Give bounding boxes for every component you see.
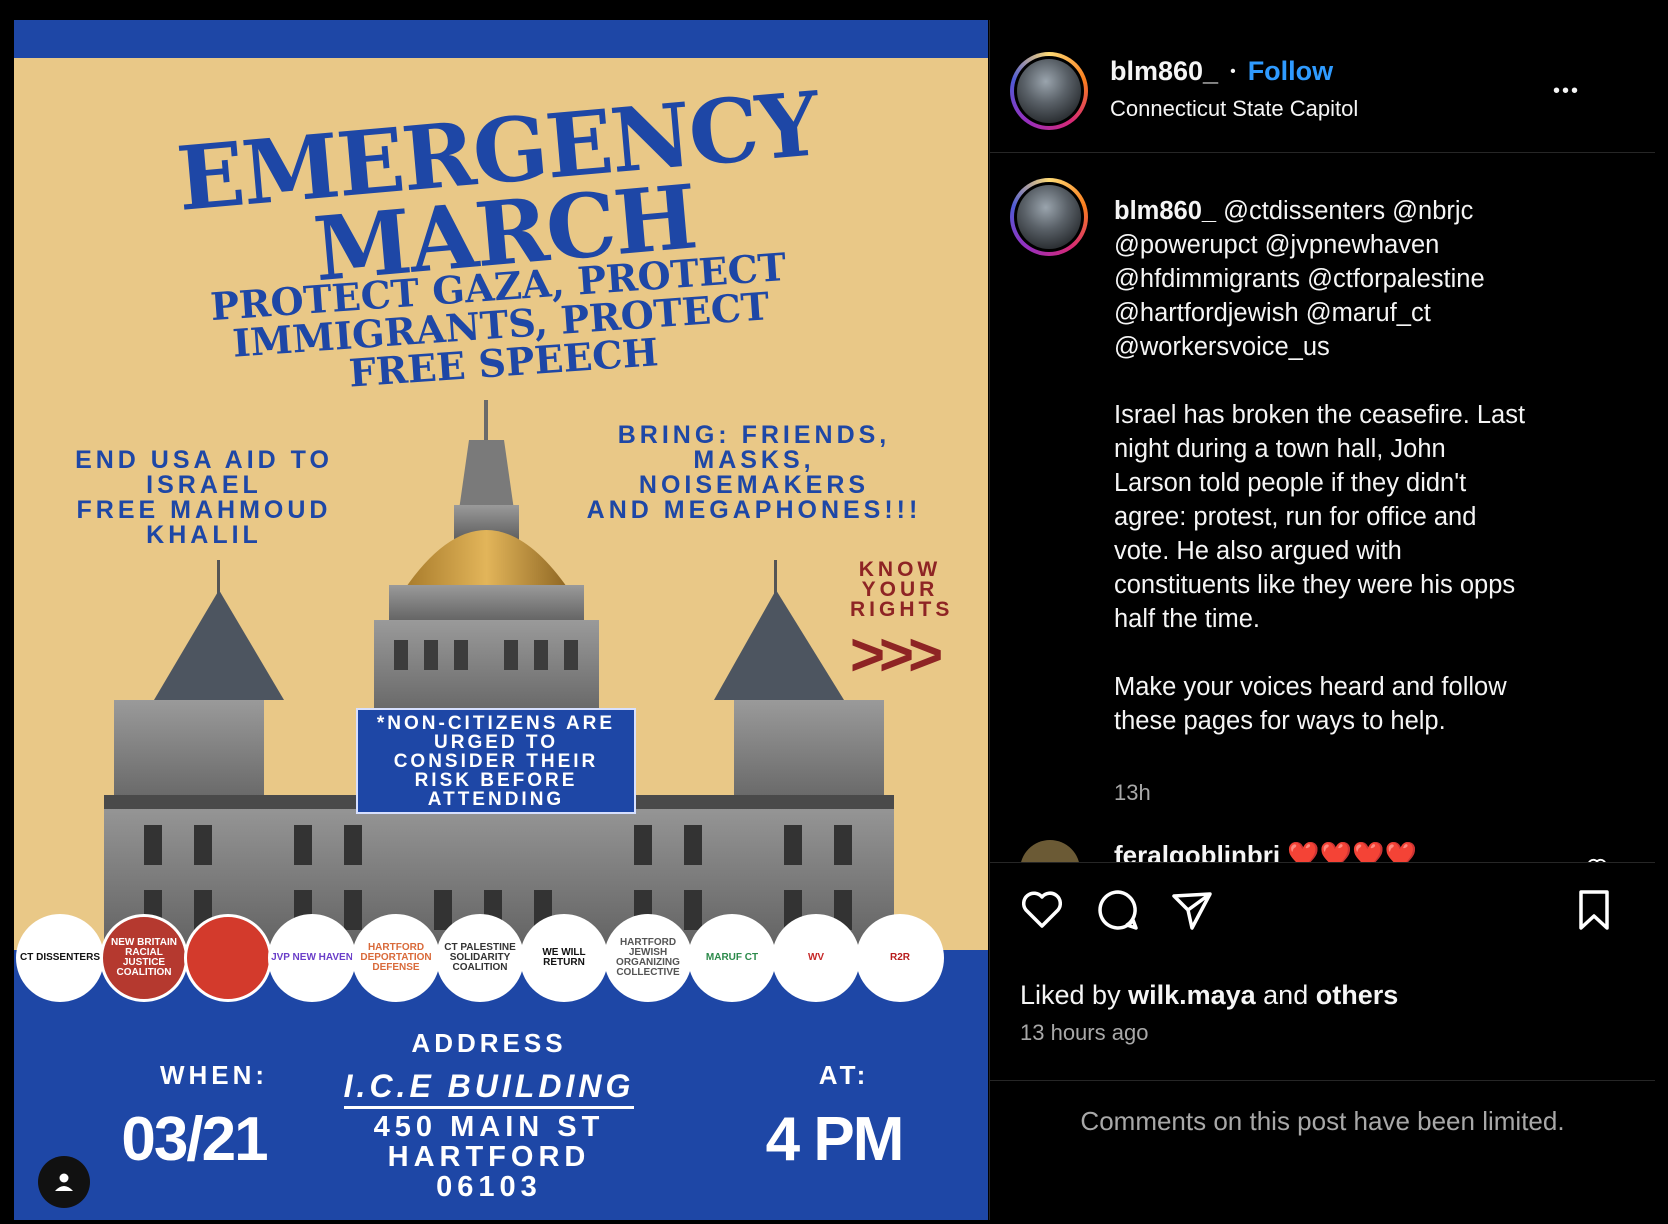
post-location[interactable]: Connecticut State Capitol — [1110, 96, 1358, 122]
ice-building-label: I.C.E BUILDING — [343, 1068, 635, 1109]
address-place: I.C.E BUILDING — [314, 1068, 664, 1109]
org-logo: HARTFORD DEPORTATION DEFENSE — [352, 914, 440, 1002]
author-username[interactable]: blm860_ — [1110, 56, 1218, 87]
caption-username[interactable]: blm860_ — [1114, 197, 1216, 225]
commenter-avatar[interactable] — [1020, 840, 1080, 862]
author-avatar[interactable] — [1010, 52, 1088, 130]
organization-logos: CT DISSENTERS NEW BRITAIN RACIAL JUSTICE … — [14, 914, 988, 1010]
commenter-username[interactable]: feralgoblinbri — [1114, 840, 1280, 862]
capitol-building-illustration — [104, 400, 894, 960]
post-caption: blm860_ @ctdissenters @nbrjc @powerupct … — [1114, 194, 1584, 738]
org-logo: NEW BRITAIN RACIAL JUSTICE COALITION — [100, 914, 188, 1002]
comments-divider — [990, 1080, 1655, 1081]
header-divider — [990, 152, 1655, 153]
avatar-image — [1017, 59, 1081, 123]
event-time: 4 PM — [765, 1105, 905, 1174]
liker-username[interactable]: wilk.maya — [1128, 980, 1256, 1010]
comment-text: ❤️❤️❤️❤️ — [1287, 840, 1417, 862]
caption-avatar[interactable] — [1010, 178, 1088, 256]
share-icon[interactable] — [1168, 886, 1216, 934]
post-sidebar: blm860_ • Follow Connecticut State Capit… — [989, 20, 1655, 1220]
more-options-icon[interactable]: ••• — [1553, 80, 1580, 103]
comment-line: feralgoblinbri ❤️❤️❤️❤️ — [1114, 840, 1417, 862]
tagged-users-button[interactable] — [38, 1156, 90, 1208]
follow-button[interactable]: Follow — [1248, 56, 1333, 87]
post-header-row: blm860_ • Follow — [1110, 56, 1333, 87]
org-logo: CT DISSENTERS — [16, 914, 104, 1002]
org-logo: MARUF CT — [688, 914, 776, 1002]
know-your-rights-label: KNOW YOUR RIGHTS — [850, 558, 954, 621]
save-bookmark-icon[interactable] — [1570, 886, 1618, 934]
separator-dot: • — [1230, 62, 1236, 80]
address-lines: 450 MAIN ST HARTFORD 06103 — [373, 1111, 605, 1203]
when-label: WHEN: — [159, 1060, 269, 1090]
actions-divider — [990, 862, 1655, 863]
user-icon — [55, 1173, 73, 1191]
comment-icon[interactable] — [1094, 886, 1142, 934]
caption-body: Israel has broken the ceasefire. Last ni… — [1114, 401, 1526, 735]
caption-timestamp[interactable]: 13h — [1114, 780, 1151, 806]
org-logo: WE WILL RETURN — [520, 914, 608, 1002]
comments-limited-notice: Comments on this post have been limited. — [1080, 1106, 1565, 1136]
org-logo: CT PALESTINE SOLIDARITY COALITION — [436, 914, 524, 1002]
poster-top-strip — [14, 20, 988, 58]
arrows-icon: >>> — [850, 621, 943, 688]
org-logo: HARTFORD JEWISH ORGANIZING COLLECTIVE — [604, 914, 692, 1002]
instagram-post: EMERGENCY MARCH PROTECT GAZA, PROTECT IM… — [14, 20, 1655, 1220]
liked-and: and — [1255, 980, 1316, 1010]
comment-preview: feralgoblinbri ❤️❤️❤️❤️ — [990, 832, 1655, 862]
org-logo: JVP NEW HAVEN — [268, 914, 356, 1002]
org-logo: R2R — [856, 914, 944, 1002]
address-label: ADDRESS — [411, 1028, 567, 1058]
likes-others-link[interactable]: others — [1316, 980, 1399, 1010]
like-icon[interactable] — [1018, 886, 1066, 934]
org-logo — [184, 914, 272, 1002]
liked-by-prefix: Liked by — [1020, 980, 1129, 1010]
at-label: AT: — [818, 1060, 870, 1090]
likes-summary: Liked by wilk.maya and others — [1020, 980, 1398, 1011]
org-logo: WV — [772, 914, 860, 1002]
post-age[interactable]: 13 hours ago — [1020, 1020, 1148, 1046]
post-image[interactable]: EMERGENCY MARCH PROTECT GAZA, PROTECT IM… — [14, 20, 988, 1220]
non-citizens-notice: *NON-CITIZENS ARE URGED TO CONSIDER THEI… — [356, 708, 636, 814]
avatar-image — [1017, 185, 1081, 249]
event-date: 03/21 — [121, 1105, 268, 1174]
